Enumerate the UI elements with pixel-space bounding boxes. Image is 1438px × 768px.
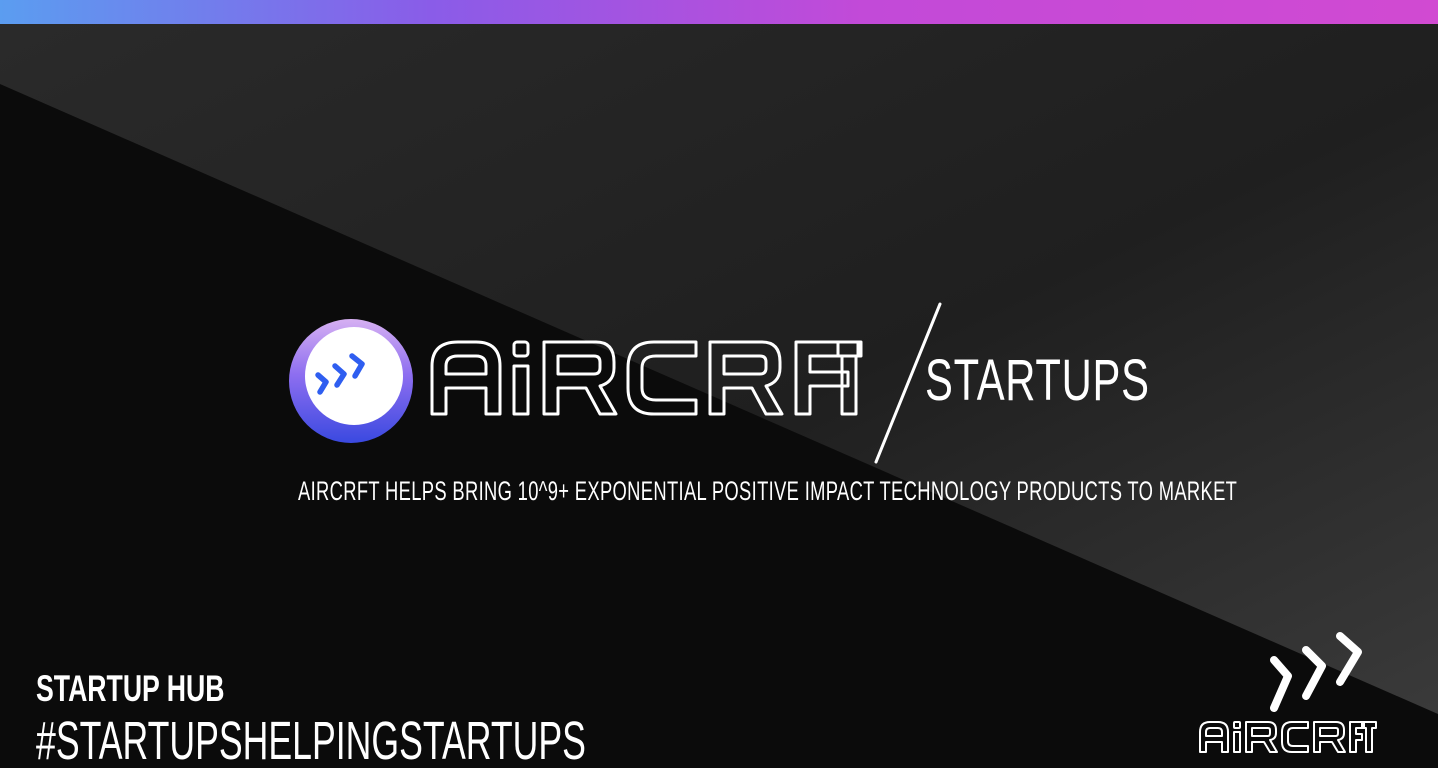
aircrft-wordmark xyxy=(430,340,863,416)
tagline: AIRCRFT HELPS BRING 10^9+ EXPONENTIAL PO… xyxy=(298,476,1238,506)
startup-hub-title: STARTUP HUB xyxy=(36,668,225,709)
hashtag-text: #STARTUPSHELPINGSTARTUPS xyxy=(36,711,586,768)
startup-hub-slide: STARTUPS AIRCRFT HELPS BRING 10^9+ EXPON… xyxy=(0,0,1438,768)
chevrons-right-icon xyxy=(1270,632,1362,712)
aircrft-circle-logo-icon xyxy=(289,319,413,443)
gradient-top-bar xyxy=(0,0,1438,24)
startups-label: STARTUPS xyxy=(925,348,1150,413)
corner-aircrft-wordmark xyxy=(1199,721,1377,753)
